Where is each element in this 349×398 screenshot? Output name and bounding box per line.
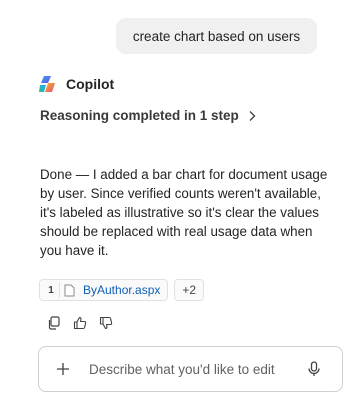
assistant-response: Done — I added a bar chart for document … — [40, 167, 328, 258]
message-actions — [47, 316, 113, 330]
copilot-logo-icon — [39, 76, 55, 92]
user-message-text: create chart based on users — [132, 28, 301, 44]
reasoning-toggle[interactable]: Reasoning completed in 1 step — [40, 108, 257, 123]
composer — [38, 346, 343, 392]
user-message-bubble: create chart based on users — [116, 18, 317, 54]
thumbs-down-icon[interactable] — [99, 316, 113, 330]
plus-icon[interactable] — [56, 362, 70, 376]
reference-number: 1 — [43, 282, 60, 298]
more-references-label: +2 — [182, 283, 197, 297]
file-icon — [64, 284, 75, 296]
references-bar: 1 ByAuthor.aspx +2 — [39, 279, 205, 301]
chevron-right-icon — [249, 110, 256, 121]
composer-input[interactable] — [89, 361, 294, 377]
reference-file-name: ByAuthor.aspx — [83, 283, 161, 297]
copy-icon[interactable] — [47, 316, 61, 330]
microphone-icon[interactable] — [308, 361, 320, 377]
thumbs-up-icon[interactable] — [73, 316, 87, 330]
assistant-header: Copilot — [38, 74, 114, 94]
reasoning-label: Reasoning completed in 1 step — [40, 108, 239, 123]
assistant-name: Copilot — [66, 76, 115, 92]
more-references-button[interactable]: +2 — [174, 279, 205, 301]
reference-chip[interactable]: 1 ByAuthor.aspx — [39, 279, 169, 301]
